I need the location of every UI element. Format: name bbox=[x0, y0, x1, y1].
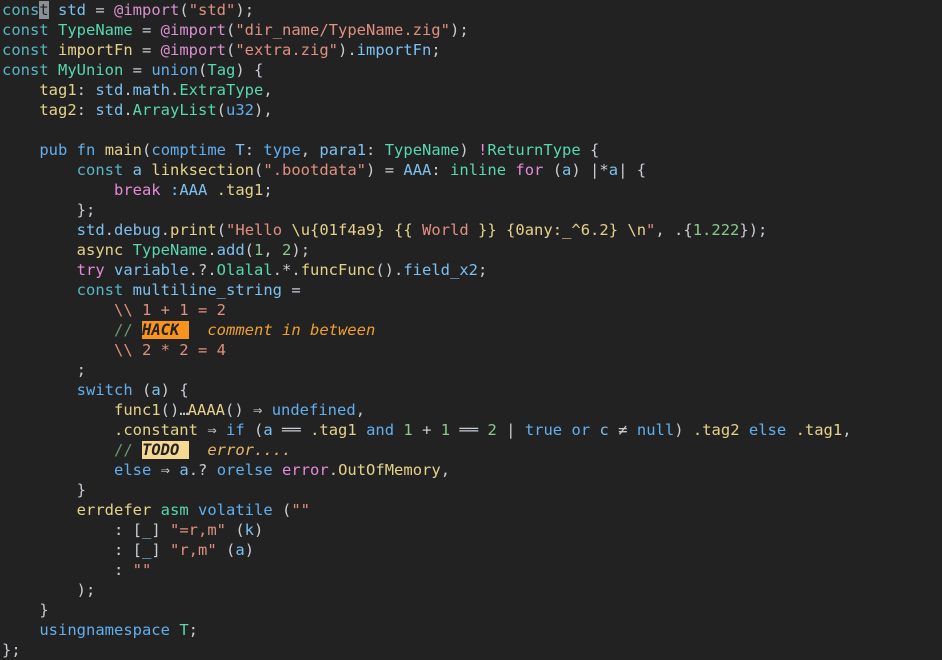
code-line[interactable]: usingnamespace T; bbox=[0, 620, 942, 640]
keyword-fn: fn bbox=[76, 141, 96, 159]
code-line[interactable]: : [_] "r,m" (a) bbox=[0, 540, 942, 560]
ligature-not-eq: ≠ bbox=[618, 421, 628, 439]
code-line[interactable]: tag1: std.math.ExtraType, bbox=[0, 80, 942, 100]
keyword-try: try bbox=[76, 261, 105, 279]
type-myunion: MyUnion bbox=[58, 61, 124, 79]
code-line[interactable]: } bbox=[0, 480, 942, 500]
keyword-and: and bbox=[366, 421, 395, 439]
code-line[interactable]: }; bbox=[0, 640, 942, 660]
todo-badge-pad bbox=[179, 441, 189, 459]
code-line[interactable]: const TypeName = @import("dir_name/TypeN… bbox=[0, 20, 942, 40]
code-line[interactable]: }; bbox=[0, 200, 942, 220]
code-editor[interactable]: const std = @import("std"); const TypeNa… bbox=[0, 0, 942, 660]
code-line-comment-hack[interactable]: // HACK comment in between bbox=[0, 320, 942, 340]
keyword-async: async bbox=[76, 241, 124, 259]
keyword-switch: switch bbox=[76, 381, 133, 399]
code-line[interactable]: : "" bbox=[0, 560, 942, 580]
error-outofmemory: OutOfMemory bbox=[338, 461, 441, 479]
ligature-fat-arrow: ⇒ bbox=[253, 401, 263, 419]
ligature-fat-arrow: ⇒ bbox=[160, 461, 170, 479]
keyword-undefined: undefined bbox=[271, 401, 356, 419]
escape-sequence: \u{01f4a9} bbox=[291, 221, 385, 239]
keyword-volatile: volatile bbox=[198, 501, 273, 519]
code-line[interactable]: pub fn main(comptime T: type, para1: Typ… bbox=[0, 140, 942, 160]
todo-badge: TODO bbox=[142, 441, 180, 459]
code-line[interactable]: const std = @import("std"); bbox=[0, 0, 942, 20]
code-line[interactable]: \\ 2 * 2 = 4 bbox=[0, 340, 942, 360]
keyword-null: null bbox=[636, 421, 675, 439]
code-line[interactable]: try variable.?.Olalal.*.funcFunc().field… bbox=[0, 260, 942, 280]
keyword-true: true bbox=[524, 421, 563, 439]
code-line[interactable]: errdefer asm volatile ("" bbox=[0, 500, 942, 520]
code-line[interactable]: const multiline_string = bbox=[0, 280, 942, 300]
keyword-errdefer: errdefer bbox=[76, 501, 152, 519]
keyword-if: if bbox=[226, 421, 245, 439]
field-tag2: tag2 bbox=[39, 101, 77, 119]
string-literal: "std" bbox=[188, 1, 236, 19]
code-line[interactable]: \\ 1 + 1 = 2 bbox=[0, 300, 942, 320]
code-line[interactable]: const importFn = @import("extra.zig").im… bbox=[0, 40, 942, 60]
keyword-inline: inline bbox=[450, 161, 507, 179]
code-line-comment-todo[interactable]: // TODO error.... bbox=[0, 440, 942, 460]
function-print: print bbox=[170, 221, 217, 239]
asm-constraint: "r,m" bbox=[170, 541, 217, 559]
ligature-eq-eq: ══ bbox=[282, 421, 301, 439]
keyword-usingnamespace: usingnamespace bbox=[39, 621, 170, 639]
label-aaa: AAA bbox=[403, 161, 432, 179]
code-line[interactable]: async TypeName.add(1, 2); bbox=[0, 240, 942, 260]
ligature-fat-arrow: ⇒ bbox=[207, 421, 217, 439]
ligature-range: … bbox=[179, 401, 188, 419]
type-typename: TypeName bbox=[58, 21, 133, 39]
code-line[interactable]: break :AAA .tag1; bbox=[0, 180, 942, 200]
asm-constraint: "=r,m" bbox=[170, 521, 226, 539]
identifier-importfn: importFn bbox=[58, 41, 133, 59]
keyword-pub: pub bbox=[39, 141, 68, 159]
multiline-string-literal: \\ 1 + 1 = 2 bbox=[113, 301, 226, 319]
comment-text: comment in between bbox=[188, 321, 376, 339]
keyword-break: break bbox=[113, 181, 161, 199]
code-line[interactable]: ; bbox=[0, 360, 942, 380]
code-line[interactable]: const a linksection(".bootdata") = AAA: … bbox=[0, 160, 942, 180]
code-line[interactable]: std.debug.print("Hello \u{01f4a9} {{ Wor… bbox=[0, 220, 942, 240]
code-line[interactable]: .constant ⇒ if (a ══ .tag1 and 1 + 1 ══ … bbox=[0, 420, 942, 440]
keyword-or: or bbox=[571, 421, 591, 439]
code-line[interactable]: } bbox=[0, 600, 942, 620]
keyword-union: union bbox=[151, 61, 199, 79]
comment-slashes: // bbox=[113, 321, 133, 339]
code-line[interactable]: ); bbox=[0, 580, 942, 600]
code-line[interactable]: const MyUnion = union(Tag) { bbox=[0, 60, 942, 80]
text-cursor: t bbox=[39, 1, 49, 19]
code-line[interactable]: switch (a) { bbox=[0, 380, 942, 400]
builtin-import: @import bbox=[114, 1, 180, 19]
code-line[interactable]: tag2: std.ArrayList(u32), bbox=[0, 100, 942, 120]
enum-constant: .constant bbox=[113, 421, 198, 439]
format-spec: {0any:_^6.2} bbox=[506, 221, 619, 239]
comment-text: error.... bbox=[188, 441, 292, 459]
identifier-std: std bbox=[58, 1, 87, 19]
code-line[interactable]: func1()…AAAA() ⇒ undefined, bbox=[0, 400, 942, 420]
keyword-error: error bbox=[282, 461, 329, 479]
keyword-asm: asm bbox=[160, 501, 189, 519]
multiline-string-literal: \\ 2 * 2 = 4 bbox=[113, 341, 226, 359]
function-main: main bbox=[104, 141, 143, 159]
hack-badge-pad bbox=[179, 321, 189, 339]
keyword-for: for bbox=[515, 161, 544, 179]
code-line[interactable]: : [_] "=r,m" (k) bbox=[0, 520, 942, 540]
function-funcfunc: funcFunc bbox=[300, 261, 376, 279]
keyword-orelse: orelse bbox=[216, 461, 273, 479]
number-literal: 1.222 bbox=[692, 221, 740, 239]
code-line[interactable]: else ⇒ a.? orelse error.OutOfMemory, bbox=[0, 460, 942, 480]
code-line-blank[interactable] bbox=[0, 120, 942, 140]
hack-badge: HACK bbox=[142, 321, 180, 339]
field-tag1: tag1 bbox=[39, 81, 77, 99]
comment-slashes: // bbox=[113, 441, 133, 459]
keyword-const: cons bbox=[2, 1, 40, 19]
function-func1: func1 bbox=[113, 401, 161, 419]
keyword-else: else bbox=[748, 421, 787, 439]
keyword-linksection: linksection bbox=[151, 161, 255, 179]
